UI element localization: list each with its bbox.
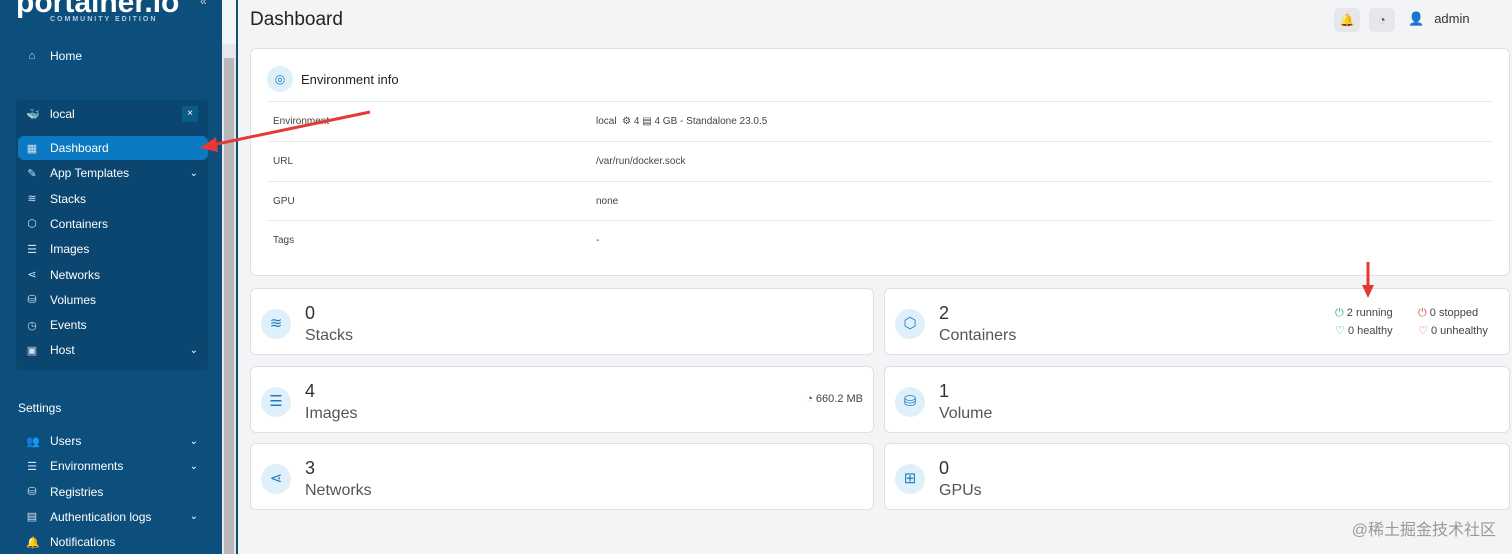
annotation-arrow-dashboard xyxy=(211,110,371,147)
annotation-arrows xyxy=(200,110,1374,298)
annotation-arrowhead xyxy=(200,137,218,152)
